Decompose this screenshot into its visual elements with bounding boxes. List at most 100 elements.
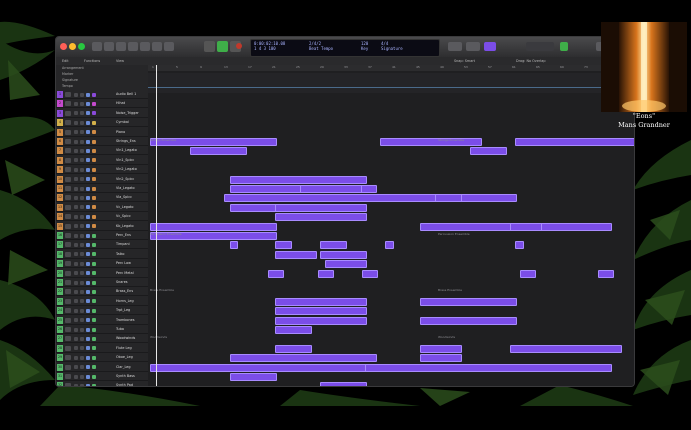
midi-region[interactable] [268,269,284,278]
solo-button[interactable] [80,167,84,172]
midi-region[interactable] [510,344,622,353]
zoom-icon[interactable] [78,43,85,50]
record-enable-button[interactable] [92,233,96,238]
solo-button[interactable] [80,308,84,313]
track-header[interactable]: 23 Horns_Leg [56,297,148,306]
record-enable-button[interactable] [92,280,96,285]
mute-button[interactable] [74,139,78,144]
record-enable-button[interactable] [92,148,96,153]
track-name[interactable]: Taiko [116,251,124,258]
input-monitor-button[interactable] [86,336,90,341]
midi-region[interactable] [275,316,367,325]
midi-region[interactable] [435,194,462,203]
track-header[interactable]: 20 Perc Metal [56,269,148,278]
tracks-area[interactable]: Strings Ensemble Strings Ensemble Percussi… [148,71,634,386]
input-monitor-button[interactable] [86,139,90,144]
record-enable-button[interactable] [92,205,96,210]
record-enable-button[interactable] [92,139,96,144]
mute-button[interactable] [74,195,78,200]
solo-button[interactable] [80,214,84,219]
solo-button[interactable] [80,233,84,238]
global-track-signature[interactable]: Signature [56,78,148,83]
midi-region[interactable] [325,260,367,269]
track-header[interactable]: 32 Synth Pad [56,382,148,386]
track-header[interactable]: 3 Noise_Trigger [56,109,148,118]
track-name[interactable]: Snares [116,279,128,286]
track-header[interactable]: 28 Flute Leg [56,344,148,353]
midi-region[interactable] [224,194,517,203]
input-monitor-button[interactable] [86,148,90,153]
solo-button[interactable] [80,242,84,247]
mute-button[interactable] [74,92,78,97]
track-name[interactable]: Synth Bass [116,373,135,380]
solo-button[interactable] [80,280,84,285]
midi-region[interactable] [275,297,367,306]
master-volume-slider[interactable] [526,42,554,51]
track-name[interactable]: Synth Pad [116,382,133,386]
record-enable-button[interactable] [92,299,96,304]
track-name[interactable]: Woodwinds [116,335,135,342]
mute-button[interactable] [74,280,78,285]
record-button[interactable] [236,43,242,49]
mute-button[interactable] [74,167,78,172]
mute-button[interactable] [74,224,78,229]
track-header[interactable]: 8 Vln1_Spicc [56,156,148,165]
input-monitor-button[interactable] [86,289,90,294]
midi-region[interactable] [190,147,247,156]
track-name[interactable]: Horns_Leg [116,298,134,305]
record-enable-button[interactable] [92,111,96,116]
midi-region[interactable] [275,203,367,212]
solo-button[interactable] [80,318,84,323]
record-enable-button[interactable] [92,252,96,257]
midi-region[interactable] [362,269,378,278]
solo-button[interactable] [80,355,84,360]
solo-button[interactable] [80,205,84,210]
solo-button[interactable] [80,271,84,276]
record-enable-button[interactable] [92,167,96,172]
cycle-button[interactable] [484,42,496,51]
midi-region[interactable] [230,373,277,381]
play-button[interactable] [217,41,228,52]
metronome-button[interactable] [466,42,480,51]
record-enable-button[interactable] [92,242,96,247]
snap-menu[interactable]: Snap: Smart [454,59,475,63]
mute-button[interactable] [74,111,78,116]
record-enable-button[interactable] [92,383,96,386]
track-name[interactable]: Vla_Spicc [116,194,132,201]
solo-button[interactable] [80,120,84,125]
solo-button[interactable] [80,374,84,379]
smart-controls-button[interactable] [140,42,150,51]
track-name[interactable]: Trombones [116,317,135,324]
midi-region[interactable] [275,326,312,334]
midi-region[interactable] [320,241,347,250]
record-enable-button[interactable] [92,186,96,191]
track-name[interactable]: Timpani [116,241,130,248]
solo-button[interactable] [80,252,84,257]
input-monitor-button[interactable] [86,120,90,125]
track-name[interactable]: Tuba [116,326,124,333]
rewind-button[interactable] [204,41,215,52]
global-track-marker[interactable]: Marker [56,72,148,77]
track-name[interactable]: Clar_Leg [116,364,131,371]
track-name[interactable]: Vln1_Spicc [116,157,134,164]
track-header[interactable]: 6 Strings_Ens [56,138,148,146]
track-header[interactable]: 2 Hihat [56,100,148,109]
edit-menu[interactable]: Edit [62,59,69,63]
track-name[interactable]: Brass_Ens [116,288,133,295]
input-monitor-button[interactable] [86,271,90,276]
mute-button[interactable] [74,299,78,304]
midi-region[interactable] [275,250,317,259]
record-enable-button[interactable] [92,355,96,360]
midi-region[interactable] [320,250,367,259]
midi-region[interactable] [510,222,542,231]
quick-help-button[interactable] [116,42,126,51]
solo-button[interactable] [80,195,84,200]
track-header[interactable]: 18 Taiko [56,250,148,259]
mute-button[interactable] [74,308,78,313]
mute-button[interactable] [74,289,78,294]
close-icon[interactable] [60,43,67,50]
midi-region[interactable] [598,269,614,278]
view-menu[interactable]: View [116,59,124,63]
input-monitor-button[interactable] [86,308,90,313]
playhead[interactable] [156,65,157,386]
